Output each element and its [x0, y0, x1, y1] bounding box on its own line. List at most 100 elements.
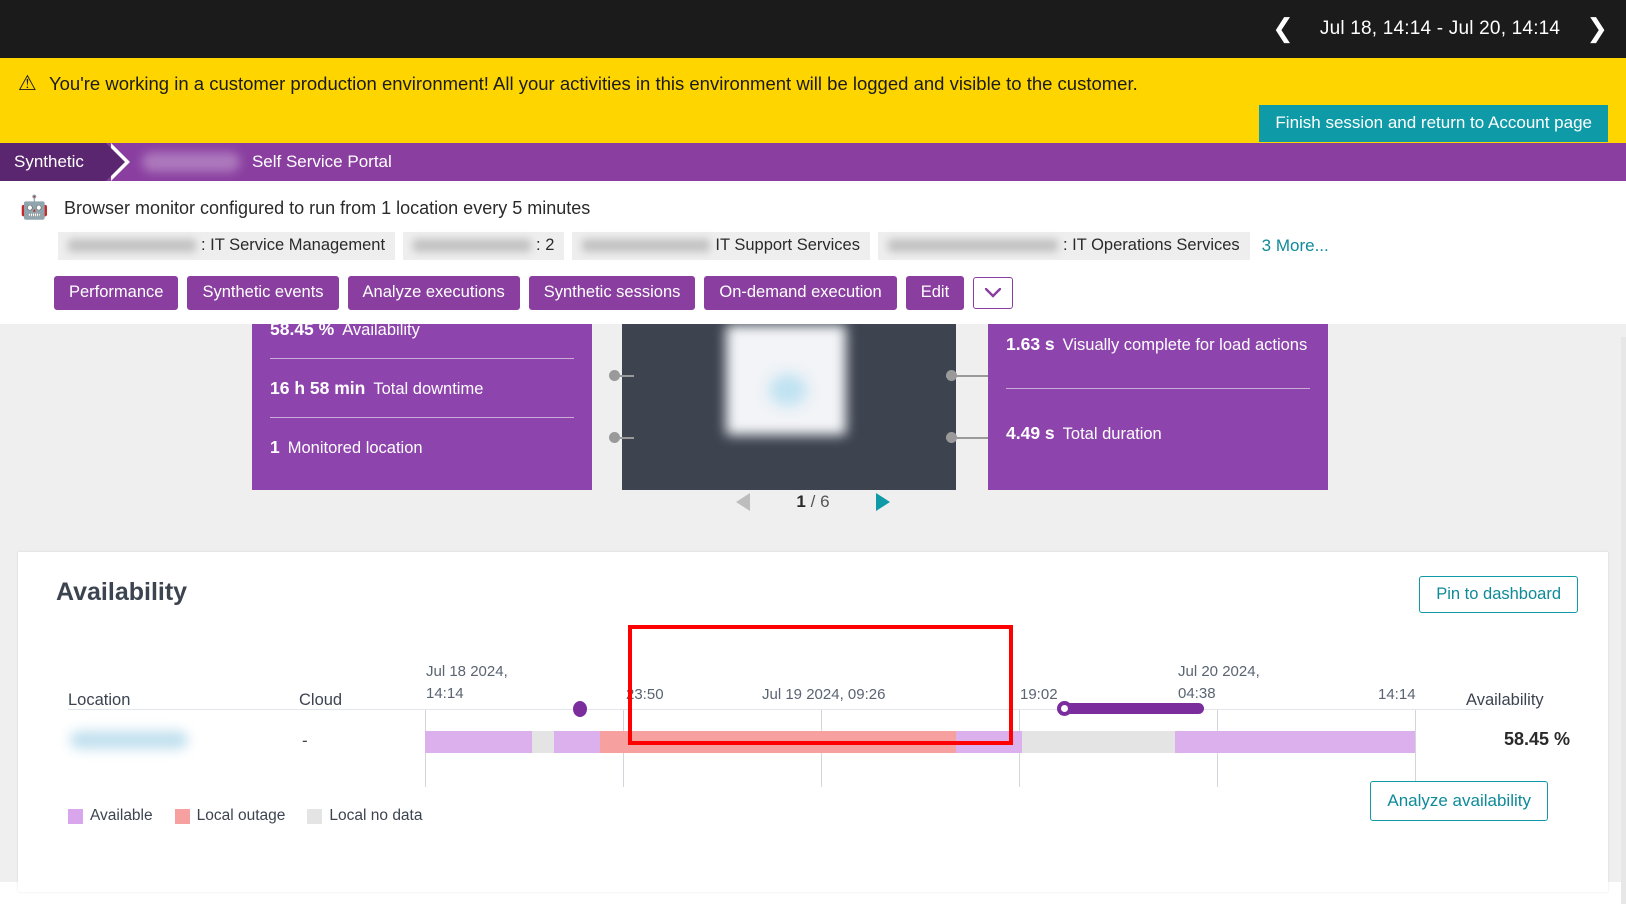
carousel-page-indicator: 1 / 6 — [796, 492, 829, 512]
metric-row: 4.49 s Total duration — [1006, 389, 1310, 462]
legend-label: Available — [90, 807, 153, 825]
axis-tick: 23:50 — [626, 684, 664, 706]
connector-knob — [946, 370, 957, 381]
event-marker-start[interactable] — [1057, 701, 1072, 716]
analyze-executions-button[interactable]: Analyze executions — [348, 276, 520, 310]
robot-icon — [20, 193, 50, 223]
breadcrumb-item-synthetic[interactable]: Synthetic — [0, 143, 106, 181]
timeline-legend: Available Local outage Local no data — [68, 807, 422, 825]
metric-row: 1 Monitored location — [270, 418, 574, 476]
legend-swatch-local-outage — [175, 809, 190, 824]
axis-tick: Jul 19 2024, 09:26 — [762, 684, 885, 706]
timeframe-prev-icon[interactable]: ❮ — [1272, 16, 1294, 42]
axis-tick-line2: Jul 19 2024, 09:26 — [762, 686, 885, 703]
availability-bar[interactable] — [425, 731, 1415, 753]
column-header-availability: Availability — [1466, 691, 1544, 710]
metric-label: Monitored location — [288, 439, 423, 458]
production-warning-banner: You're working in a customer production … — [0, 58, 1626, 143]
column-header-cloud: Cloud — [299, 691, 342, 710]
availability-panel-wrapper: Availability Pin to dashboard Location C… — [0, 542, 1626, 882]
axis-tick-line2: 14:14 — [1378, 686, 1416, 703]
legend-label: Local no data — [329, 807, 422, 825]
timeline-segment-no-data — [1022, 731, 1175, 753]
carousel-navigation: 1 / 6 — [0, 492, 1626, 512]
screenshot-thumbnail[interactable] — [622, 324, 956, 490]
legend-item-local-outage: Local outage — [175, 807, 286, 825]
finish-session-button[interactable]: Finish session and return to Account pag… — [1259, 105, 1608, 142]
breadcrumb-item-portal[interactable]: Self Service Portal — [106, 143, 392, 181]
breadcrumb-portal-label: Self Service Portal — [252, 152, 392, 172]
monitor-action-buttons: Performance Synthetic events Analyze exe… — [0, 260, 1626, 324]
connector-knob — [609, 432, 620, 443]
performance-button[interactable]: Performance — [54, 276, 178, 310]
timeframe-next-icon[interactable]: ❯ — [1586, 16, 1608, 42]
metric-value: 1 — [270, 437, 280, 458]
timeline-segment-available — [554, 731, 600, 753]
timeline-segment-available — [1175, 731, 1415, 753]
axis-tick: 19:02 — [1020, 684, 1058, 706]
availability-metric-card: 58.45 % Availability 16 h 58 min Total d… — [252, 324, 592, 490]
monitor-description: Browser monitor configured to run from 1… — [64, 198, 590, 219]
carousel-page-current: 1 — [796, 492, 805, 511]
metric-row: 58.45 % Availability — [270, 324, 574, 359]
metric-label: Total duration — [1063, 425, 1162, 444]
metric-row: 16 h 58 min Total downtime — [270, 359, 574, 418]
page-scrollbar[interactable] — [1621, 337, 1626, 904]
metric-value: 16 h 58 min — [270, 378, 365, 399]
monitor-tag[interactable]: : IT Service Management — [58, 232, 395, 260]
timeline-segment-no-data — [532, 731, 554, 753]
tag-label: : IT Service Management — [201, 236, 385, 255]
tag-redacted-prefix — [68, 239, 196, 252]
axis-tick-line2: 19:02 — [1020, 686, 1058, 703]
timeframe-bar: ❮ Jul 18, 14:14 - Jul 20, 14:14 ❯ — [0, 0, 1626, 58]
carousel-prev-icon[interactable] — [736, 493, 750, 511]
monitor-tag-list: : IT Service Management : 2 IT Support S… — [0, 223, 1626, 260]
monitor-tag[interactable]: : IT Operations Services — [878, 232, 1250, 260]
axis-tick-line1: Jul 18 2024, — [426, 663, 508, 680]
event-marker-interval[interactable] — [1065, 703, 1204, 714]
legend-item-local-no-data: Local no data — [307, 807, 422, 825]
carousel-page-separator: / — [811, 492, 816, 511]
edit-button[interactable]: Edit — [906, 276, 964, 310]
metric-label: Total downtime — [373, 380, 483, 399]
location-name-redacted — [70, 731, 188, 749]
table-row-divider — [68, 709, 1483, 710]
breadcrumb: Synthetic Self Service Portal — [0, 143, 1626, 181]
more-actions-button[interactable] — [973, 277, 1013, 309]
analyze-availability-button[interactable]: Analyze availability — [1370, 781, 1548, 821]
metric-label: Availability — [342, 324, 420, 340]
availability-timeline: Location Cloud Availability Jul 18 2024,… — [56, 639, 1578, 809]
warning-triangle-icon — [18, 74, 38, 93]
timeframe-label[interactable]: Jul 18, 14:14 - Jul 20, 14:14 — [1320, 18, 1560, 40]
timeline-segment-available — [956, 731, 1022, 753]
pin-to-dashboard-button[interactable]: Pin to dashboard — [1419, 576, 1578, 613]
more-tags-link[interactable]: 3 More... — [1262, 236, 1329, 256]
carousel-next-icon[interactable] — [876, 493, 890, 511]
axis-gridline — [1415, 709, 1416, 787]
availability-panel: Availability Pin to dashboard Location C… — [18, 552, 1608, 892]
monitor-tag[interactable]: IT Support Services — [572, 232, 870, 260]
legend-item-available: Available — [68, 807, 153, 825]
performance-metric-card: 1.63 s Visually complete for load action… — [988, 324, 1328, 490]
synthetic-events-button[interactable]: Synthetic events — [187, 276, 338, 310]
on-demand-execution-button[interactable]: On-demand execution — [704, 276, 896, 310]
legend-swatch-available — [68, 809, 83, 824]
tag-label: IT Support Services — [715, 236, 860, 255]
breadcrumb-redacted-logo — [142, 152, 240, 172]
monitor-tag[interactable]: : 2 — [403, 232, 564, 260]
screenshot-blurred-highlight — [769, 374, 807, 406]
availability-value: 58.45 % — [1504, 729, 1570, 750]
event-marker-dot[interactable] — [573, 701, 587, 717]
timeline-segment-local-outage — [600, 731, 956, 753]
tag-redacted-prefix — [413, 239, 531, 252]
metric-value: 1.63 s — [1006, 334, 1055, 355]
synthetic-sessions-button[interactable]: Synthetic sessions — [529, 276, 696, 310]
cloud-value: - — [302, 731, 308, 751]
connector-knob — [946, 432, 957, 443]
legend-label: Local outage — [197, 807, 286, 825]
tag-label: : 2 — [536, 236, 554, 255]
axis-tick: Jul 18 2024, 14:14 — [426, 661, 508, 705]
axis-tick: Jul 20 2024, 04:38 — [1178, 661, 1260, 705]
tag-label: : IT Operations Services — [1063, 236, 1240, 255]
column-header-location: Location — [68, 691, 130, 710]
